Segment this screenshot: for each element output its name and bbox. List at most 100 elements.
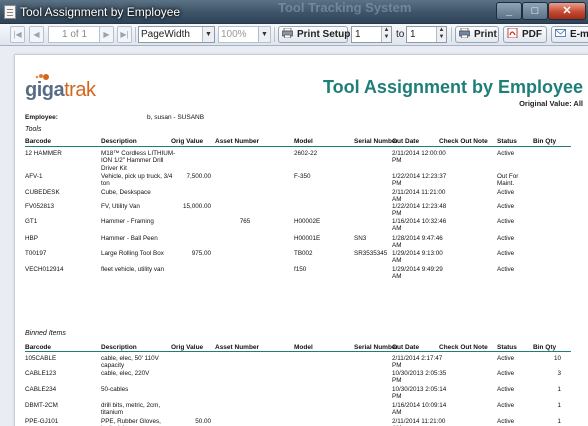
column-header-asset-number: Asset Number (215, 344, 260, 351)
cell-model: f150 (294, 266, 307, 273)
column-header-orig-value: Orig Value (171, 344, 204, 351)
tools-section-title: Tools (25, 126, 42, 133)
cell-status: Active (497, 218, 515, 225)
zoom-mode-value: PageWidth (141, 29, 190, 40)
last-page-icon[interactable]: ▶| (117, 26, 132, 43)
cell-description: cable, elec, 50' 110V capacity (101, 355, 159, 370)
cell-status: Active (497, 250, 515, 257)
column-header-status: Status (497, 344, 517, 351)
cell-orig-value: 7,500.00 (186, 173, 211, 180)
cell-barcode: CUBEDESK (25, 189, 60, 196)
to-label: to (396, 29, 405, 40)
report-title: Tool Assignment by Employee (322, 77, 583, 97)
close-button[interactable]: ✕ (548, 2, 586, 20)
cell-description: cable, elec, 220V (101, 370, 150, 377)
column-header-barcode: Barcode (25, 344, 52, 351)
report-viewer[interactable]: gigatrak Tool Assignment by Employee Ori… (0, 47, 588, 426)
cell-barcode: FV052813 (25, 203, 55, 210)
cell-barcode: PPE-GJ101 (25, 418, 59, 425)
cell-description: Hammer - Ball Peen (101, 235, 158, 242)
cell-out-date: 1/29/2014 9:49:29 AM (392, 266, 443, 281)
cell-model: TB002 (294, 250, 313, 257)
cell-out-date: 1/28/2014 9:47:46 AM (392, 235, 443, 250)
minimize-button[interactable]: _ (496, 2, 522, 20)
to-page-input[interactable]: 1 ▲ ▼ (406, 26, 447, 43)
print-setup-label: Print Setup (297, 29, 351, 40)
cell-description: fleet vehicle, utility van (101, 266, 164, 273)
column-header-out-date: Out Date (392, 344, 420, 351)
column-header-asset-number: Asset Number (215, 138, 260, 145)
toolbar-separator (451, 27, 452, 42)
cell-status: Active (497, 203, 515, 210)
window-title: Tool Assignment by Employee (20, 5, 181, 19)
column-header-check-out-note: Check Out Note (439, 344, 488, 351)
cell-model: H00001E (294, 235, 321, 242)
cell-barcode: GT1 (25, 218, 38, 225)
cell-bin-qty: 3 (557, 370, 561, 377)
header-rule (25, 351, 571, 352)
cell-status: Active (497, 189, 515, 196)
first-page-icon[interactable]: |◀ (10, 26, 25, 43)
cell-bin-qty: 1 (557, 386, 561, 393)
printer-icon (459, 28, 470, 38)
from-page-value: 1 (355, 29, 361, 40)
print-label: Print (474, 29, 497, 40)
cell-barcode: 105CABLE (25, 355, 57, 362)
window-title-bar: Tool Assignment by Employee Tool Trackin… (0, 0, 588, 24)
zoom-mode-select[interactable]: PageWidth ▼ (138, 26, 215, 43)
cell-out-date: 1/16/2014 10:09:14 AM (392, 402, 447, 417)
cell-barcode: HBP (25, 235, 38, 242)
cell-barcode: AFV-1 (25, 173, 43, 180)
pdf-label: PDF (522, 29, 542, 40)
binned-section-title: Binned Items (25, 330, 66, 337)
cell-out-date: 2/11/2014 11:21:00 AM (392, 418, 446, 426)
cell-model: F-350 (294, 173, 311, 180)
zoom-percent-select[interactable]: 100% ▼ (218, 26, 271, 43)
column-header-description: Description (101, 344, 137, 351)
cell-status: Active (497, 355, 515, 362)
spinner-arrows-icon[interactable]: ▲ ▼ (381, 27, 391, 42)
employee-value: b, susan - SUSANB (147, 114, 205, 121)
cell-status: Active (497, 235, 515, 242)
cell-barcode: CABLE234 (25, 386, 57, 393)
column-header-bin-qty: Bin Qty (533, 138, 557, 145)
to-page-value: 1 (410, 29, 416, 40)
next-page-icon[interactable]: ▶ (99, 26, 114, 43)
print-setup-button[interactable]: Print Setup (278, 26, 351, 43)
cell-barcode: CABLE123 (25, 370, 57, 377)
zoom-percent-value: 100% (221, 29, 247, 40)
spinner-arrows-icon[interactable]: ▲ ▼ (436, 27, 446, 42)
cell-bin-qty: 10 (553, 355, 561, 362)
pdf-button[interactable]: PDF (503, 26, 547, 43)
cell-bin-qty: 1 (557, 402, 561, 409)
email-button[interactable]: E-m (551, 26, 588, 43)
cell-model: H00002E (294, 218, 321, 225)
cell-description: Hammer - Framing (101, 218, 154, 225)
cell-out-date: 1/22/2014 12:23:37 PM (392, 173, 447, 188)
cell-description: FV, Utility Van (101, 203, 140, 210)
from-page-input[interactable]: 1 ▲ ▼ (351, 26, 392, 43)
prev-page-icon[interactable]: ◀ (29, 26, 44, 43)
email-icon (555, 29, 566, 37)
header-rule (25, 146, 571, 147)
cell-asset-number: 765 (239, 218, 251, 225)
maximize-button[interactable]: □ (522, 2, 548, 20)
cell-barcode: VECH012914 (25, 266, 64, 273)
cell-orig-value: 15,000.00 (182, 203, 211, 210)
cell-out-date: 10/30/2013 2:05:14 PM (392, 386, 447, 401)
cell-status: Out For Maint. (497, 173, 519, 188)
cell-description: M18™ Cordless LITHIUM-ION 1/2" Hammer Dr… (101, 150, 176, 172)
pdf-icon (507, 28, 518, 38)
cell-description: Vehicle, pick up truck, 3/4 ton (101, 173, 173, 188)
toolbar-separator (135, 27, 136, 42)
background-window-title: Tool Tracking System (278, 0, 412, 15)
cell-bin-qty: 1 (557, 418, 561, 425)
print-button[interactable]: Print (455, 26, 499, 43)
employee-label: Employee: (25, 114, 58, 121)
cell-description: PPE, Rubber Gloves, janitorial (101, 418, 161, 426)
column-header-out-date: Out Date (392, 138, 420, 145)
report-page: gigatrak Tool Assignment by Employee Ori… (14, 54, 588, 426)
cell-description: Cube, Deskspace (101, 189, 151, 196)
cell-orig-value: 50.00 (195, 418, 211, 425)
toolbar-separator (274, 27, 275, 42)
